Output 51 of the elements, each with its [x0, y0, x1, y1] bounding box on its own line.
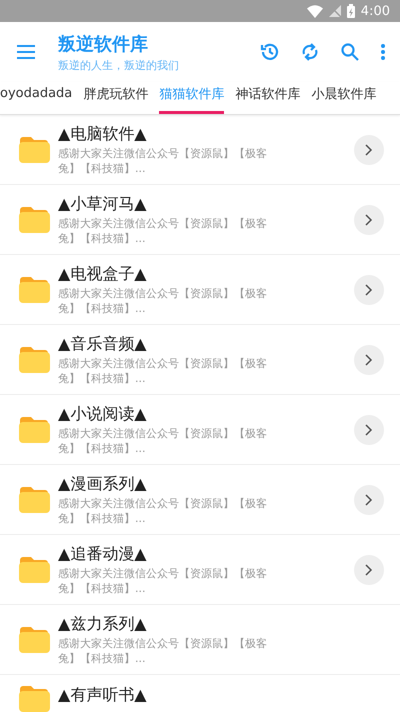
app-title: 叛逆软件库	[58, 32, 149, 56]
app-subtitle: 叛逆的人生，叛逆的我们	[58, 58, 180, 72]
open-button[interactable]	[354, 554, 384, 584]
chevron-icon	[365, 354, 373, 366]
item-description: 感谢大家关注微信公众号【资源鼠】【极客兔】【科技猫】...	[58, 636, 268, 666]
item-title: ▲追番动漫▲	[58, 544, 148, 564]
folder-icon	[18, 626, 50, 654]
folder-icon	[18, 416, 50, 444]
item-description: 感谢大家关注微信公众号【资源鼠】【极客兔】【科技猫】...	[58, 356, 268, 386]
open-button[interactable]	[354, 274, 384, 304]
item-title: ▲漫画系列▲	[58, 474, 148, 494]
tab[interactable]: oyodadada	[0, 82, 72, 114]
chevron-icon	[365, 424, 373, 436]
open-button[interactable]	[354, 414, 384, 444]
item-description: 感谢大家关注微信公众号【资源鼠】【极客兔】【科技猫】...	[58, 566, 268, 596]
folder-icon	[18, 346, 50, 374]
chevron-icon	[365, 284, 373, 296]
item-title: ▲小草河马▲	[58, 194, 148, 214]
open-button[interactable]	[354, 134, 384, 164]
no-signal-icon	[328, 5, 341, 17]
folder-icon	[18, 685, 50, 712]
status-time: 4:00	[360, 4, 390, 18]
tab[interactable]: 神话软件库	[235, 82, 300, 114]
open-button[interactable]	[354, 204, 384, 234]
open-button[interactable]	[354, 344, 384, 374]
chevron-icon	[365, 564, 373, 576]
folder-icon	[18, 276, 50, 304]
item-title: ▲兹力系列▲	[58, 614, 148, 634]
folder-icon	[18, 556, 50, 584]
battery-icon	[346, 4, 355, 18]
chevron-icon	[365, 494, 373, 506]
item-description: 感谢大家关注微信公众号【资源鼠】【极客兔】【科技猫】...	[58, 286, 268, 316]
folder-icon	[18, 206, 50, 234]
wifi-icon	[306, 4, 323, 18]
item-title: ▲有声听书▲	[58, 685, 148, 705]
more-icon	[381, 44, 385, 60]
chevron-icon	[365, 144, 373, 156]
item-description: 感谢大家关注微信公众号【资源鼠】【极客兔】【科技猫】...	[58, 216, 268, 246]
item-description: 感谢大家关注微信公众号【资源鼠】【极客兔】【科技猫】...	[58, 146, 268, 176]
folder-icon	[18, 486, 50, 514]
folder-icon	[18, 136, 50, 164]
item-description: 感谢大家关注微信公众号【资源鼠】【极客兔】【科技猫】...	[58, 496, 268, 526]
item-title: ▲电视盒子▲	[58, 264, 148, 284]
item-title: ▲音乐音频▲	[58, 334, 148, 354]
item-title: ▲电脑软件▲	[58, 124, 148, 144]
tab[interactable]: 胖虎玩软件	[83, 82, 148, 114]
chevron-icon	[365, 214, 373, 226]
item-title: ▲小说阅读▲	[58, 404, 148, 424]
open-button[interactable]	[354, 484, 384, 514]
item-description: 感谢大家关注微信公众号【资源鼠】【极客兔】【科技猫】...	[58, 426, 268, 456]
tab[interactable]: 小晨软件库	[311, 82, 376, 114]
